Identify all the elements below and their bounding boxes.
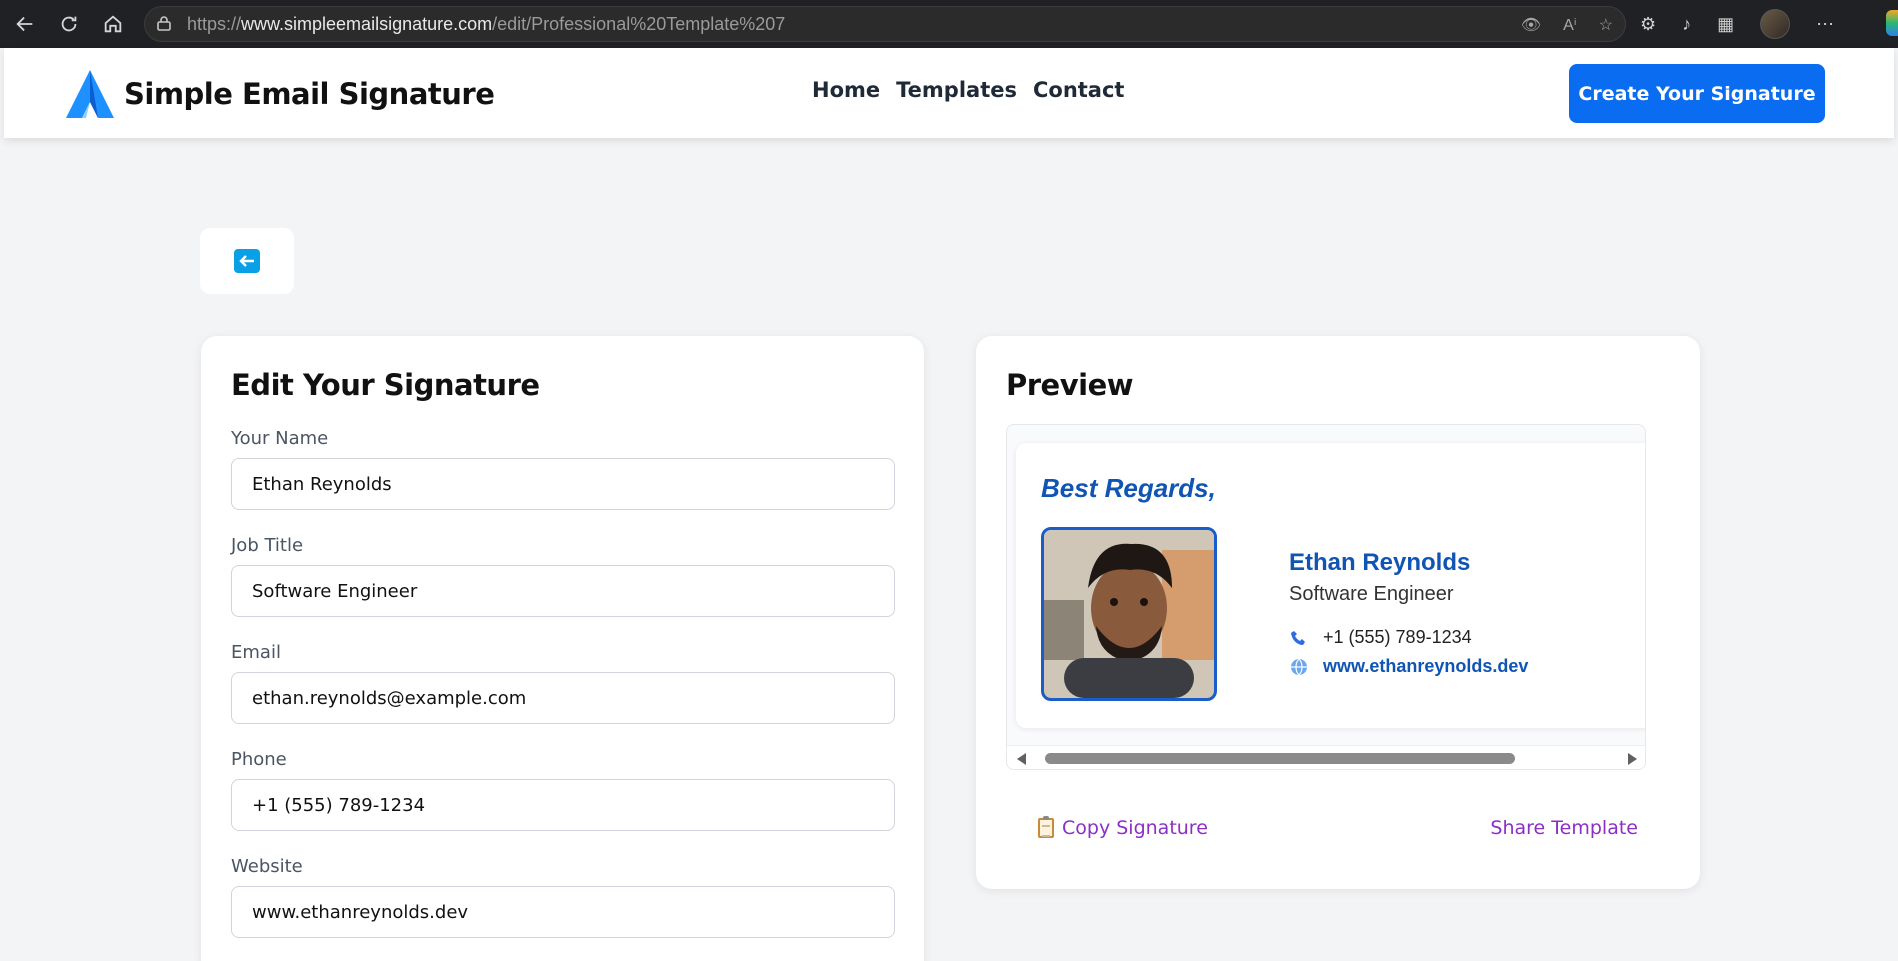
preview-title: Preview [1006,368,1134,402]
more-menu-icon[interactable]: ⋯ [1816,14,1834,35]
brand[interactable]: Simple Email Signature [64,68,495,120]
nav-contact[interactable]: Contact [1033,78,1125,102]
scroll-left-icon[interactable] [1017,753,1026,765]
signature-phone-row: +1 (555) 789-1234 [1289,627,1472,648]
website-input[interactable] [231,886,895,938]
email-input[interactable] [231,672,895,724]
preview-actions: Copy Signature Share Template [1038,816,1638,839]
create-signature-button[interactable]: Create Your Signature [1569,64,1825,123]
email-field-group: Email [231,642,895,724]
collections-icon[interactable]: ▦ [1717,14,1734,35]
brand-name: Simple Email Signature [124,77,495,111]
preview-card: Preview Best Regards, Ethan Reynolds Sof… [976,336,1700,889]
phone-input[interactable] [231,779,895,831]
read-aloud-icon[interactable]: Aⁱ [1563,15,1577,35]
share-template-button[interactable]: Share Template [1490,817,1638,839]
email-label: Email [231,642,281,663]
site-header: Simple Email Signature Home Templates Co… [4,48,1894,138]
signature-preview-frame: Best Regards, Ethan Reynolds Software En… [1006,424,1646,770]
scrollbar-thumb[interactable] [1045,753,1515,764]
globe-icon [1289,657,1309,677]
edit-signature-card: Edit Your Signature Your Name Job Title … [201,336,924,961]
phone-icon [1289,628,1309,648]
job-title-field-group: Job Title [231,535,895,617]
job-title-label: Job Title [231,535,304,556]
signature-job-title: Software Engineer [1289,583,1454,605]
website-field-group: Website [231,856,895,938]
edit-title: Edit Your Signature [231,368,540,402]
lock-icon [157,15,177,34]
main-nav: Home Templates Contact [812,78,1124,102]
job-title-input[interactable] [231,565,895,617]
back-button[interactable] [200,228,294,294]
browser-toolbar: https://www.simpleemailsignature.com/edi… [0,0,1898,48]
copilot-icon[interactable] [1886,10,1898,36]
address-bar[interactable]: https://www.simpleemailsignature.com/edi… [144,6,1626,42]
copy-signature-label: Copy Signature [1062,817,1208,839]
split-screen-icon[interactable]: ♪ [1682,14,1691,35]
phone-label: Phone [231,749,287,770]
signature-name: Ethan Reynolds [1289,549,1471,576]
nav-templates[interactable]: Templates [896,78,1017,102]
tracking-prevention-icon[interactable]: 👁 [1521,15,1541,35]
website-label: Website [231,856,303,877]
signature-website-row: www.ethanreynolds.dev [1289,656,1528,677]
copy-signature-button[interactable]: Copy Signature [1038,816,1208,839]
clipboard-icon [1038,816,1054,838]
profile-avatar[interactable] [1760,9,1791,39]
back-arrow-icon[interactable] [10,9,40,39]
home-icon[interactable] [98,9,128,39]
preview-horizontal-scrollbar[interactable] [1007,745,1645,769]
extensions-icon[interactable]: ⚙ [1640,14,1656,35]
signature-photo [1041,527,1217,701]
signature-website-link[interactable]: www.ethanreynolds.dev [1323,656,1528,677]
back-arrow-icon [234,249,260,273]
signature-card: Best Regards, Ethan Reynolds Software En… [1016,443,1645,728]
scroll-right-icon[interactable] [1628,753,1637,765]
favorite-star-icon[interactable]: ☆ [1599,15,1613,35]
name-label: Your Name [231,428,329,449]
nav-home[interactable]: Home [812,78,880,102]
signature-phone: +1 (555) 789-1234 [1323,627,1472,647]
brand-logo-icon [66,70,114,118]
name-input[interactable] [231,458,895,510]
refresh-icon[interactable] [54,9,84,39]
signature-greeting: Best Regards, [1041,473,1216,503]
name-field-group: Your Name [231,428,895,510]
url-text: https://www.simpleemailsignature.com/edi… [187,13,786,34]
phone-field-group: Phone [231,749,895,831]
